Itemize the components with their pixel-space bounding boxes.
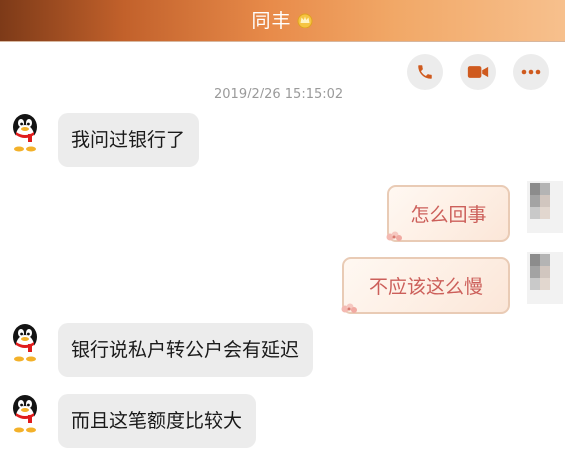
message-bubble-incoming[interactable]: 银行说私户转公户会有延迟: [58, 323, 314, 377]
message-bubble-incoming[interactable]: 而且这笔额度比较大: [58, 394, 257, 448]
message-bubble-outgoing[interactable]: 不应该这么慢: [341, 257, 510, 314]
blurred-avatar-icon: [527, 252, 563, 304]
my-avatar[interactable]: [527, 252, 563, 304]
message-text: 不应该这么慢: [368, 276, 483, 298]
chat-toolbar: [407, 54, 557, 92]
flower-decoration-icon: [386, 231, 402, 241]
phone-icon: [418, 65, 432, 79]
more-options-button[interactable]: [513, 54, 549, 90]
penguin-avatar-icon[interactable]: [8, 393, 42, 433]
voice-call-button[interactable]: [407, 54, 443, 90]
vip-crown-icon: [297, 13, 312, 28]
contact-name[interactable]: 同丰: [251, 10, 291, 32]
my-avatar[interactable]: [527, 181, 563, 233]
message-timestamp: 2019/2/26 15:15:02: [214, 87, 344, 98]
message-text: 怎么回事: [410, 204, 487, 226]
contact-title: 同丰: [0, 6, 565, 33]
penguin-avatar-icon[interactable]: [8, 112, 42, 152]
penguin-avatar-icon[interactable]: [8, 322, 42, 362]
video-call-button[interactable]: [460, 54, 496, 90]
message-bubble-incoming[interactable]: 我问过银行了: [58, 113, 200, 167]
chat-header: 同丰: [0, 0, 565, 42]
video-camera-icon: [467, 66, 489, 78]
blurred-avatar-icon: [527, 181, 563, 233]
flower-decoration-icon: [341, 303, 357, 313]
message-bubble-outgoing[interactable]: 怎么回事: [386, 185, 510, 242]
more-dots-icon: [521, 69, 541, 75]
